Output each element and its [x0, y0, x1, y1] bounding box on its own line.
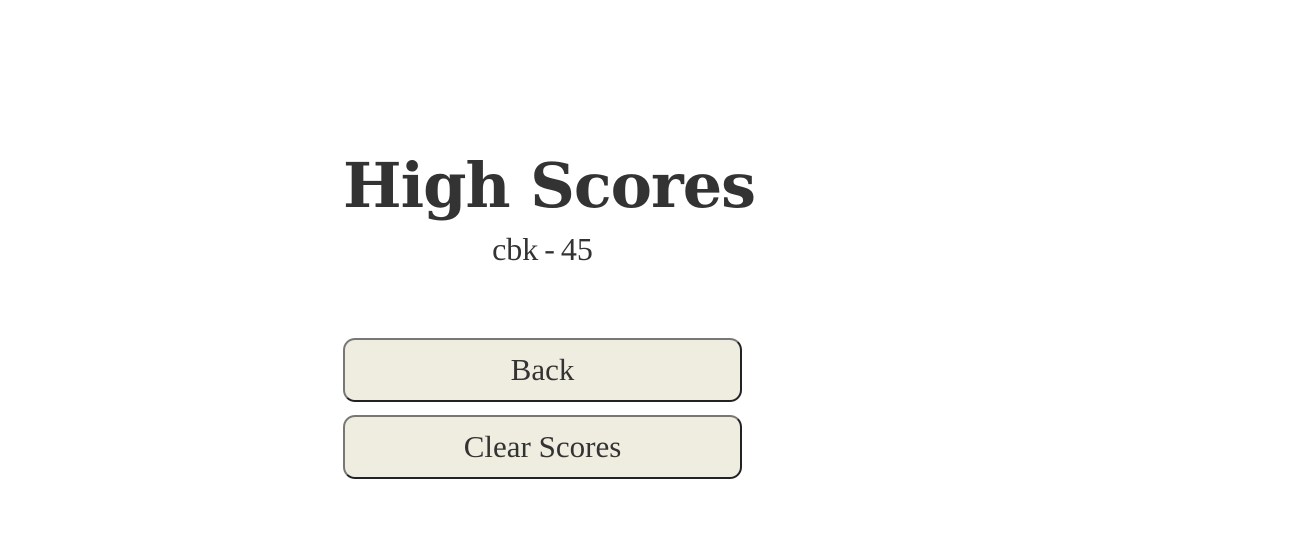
player-score: 45 — [560, 231, 593, 267]
score-separator: - — [544, 231, 555, 267]
high-scores-screen: High Scores cbk -45 Back Clear Scores — [0, 0, 1290, 538]
high-score-entry: cbk -45 — [343, 232, 742, 266]
back-button[interactable]: Back — [343, 338, 742, 402]
high-scores-panel: High Scores cbk -45 — [343, 140, 756, 266]
clear-scores-button[interactable]: Clear Scores — [343, 415, 742, 479]
page-title: High Scores — [343, 149, 756, 222]
high-score-list: cbk -45 — [343, 232, 742, 266]
player-name: cbk — [492, 231, 539, 267]
